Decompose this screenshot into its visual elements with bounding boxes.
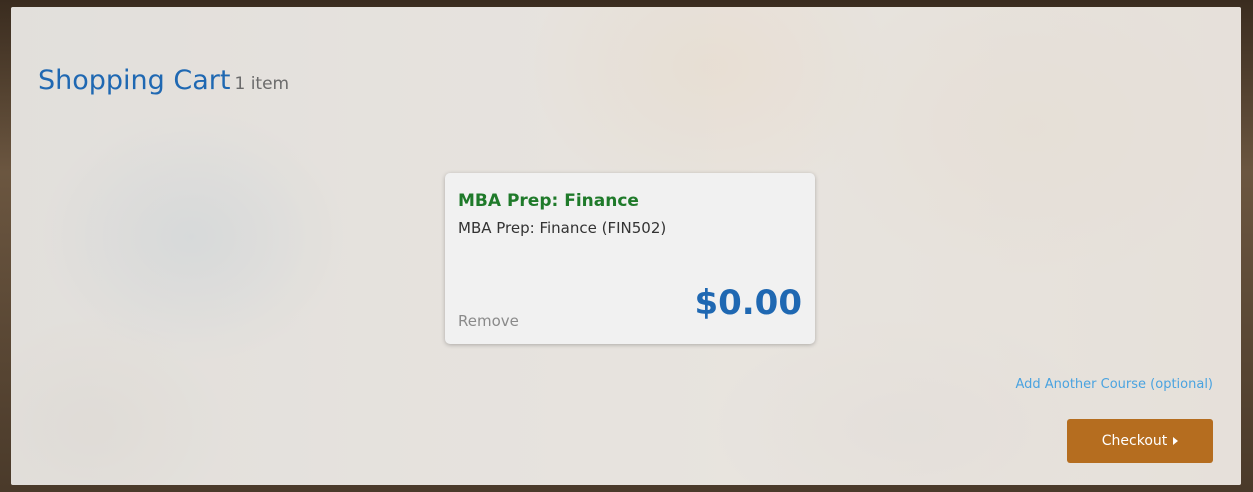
checkout-label: Checkout xyxy=(1101,433,1168,449)
page-title-text: Shopping Cart xyxy=(38,65,231,96)
cart-item-card: MBA Prep: Finance MBA Prep: Finance (FIN… xyxy=(445,173,815,344)
page-title: Shopping Cart 1 item xyxy=(38,65,289,96)
checkout-button[interactable]: Checkout xyxy=(1067,419,1213,463)
cart-panel: Shopping Cart 1 item MBA Prep: Finance MB… xyxy=(11,7,1241,485)
course-price: $0.00 xyxy=(694,283,802,323)
remove-link[interactable]: Remove xyxy=(458,312,519,330)
cart-content: Shopping Cart 1 item MBA Prep: Finance MB… xyxy=(11,7,1241,485)
item-count: 1 item xyxy=(234,74,290,94)
course-title: MBA Prep: Finance xyxy=(458,191,639,211)
caret-right-icon xyxy=(1173,437,1179,445)
course-subtitle: MBA Prep: Finance (FIN502) xyxy=(458,219,667,237)
add-another-course-link[interactable]: Add Another Course (optional) xyxy=(1015,377,1213,392)
